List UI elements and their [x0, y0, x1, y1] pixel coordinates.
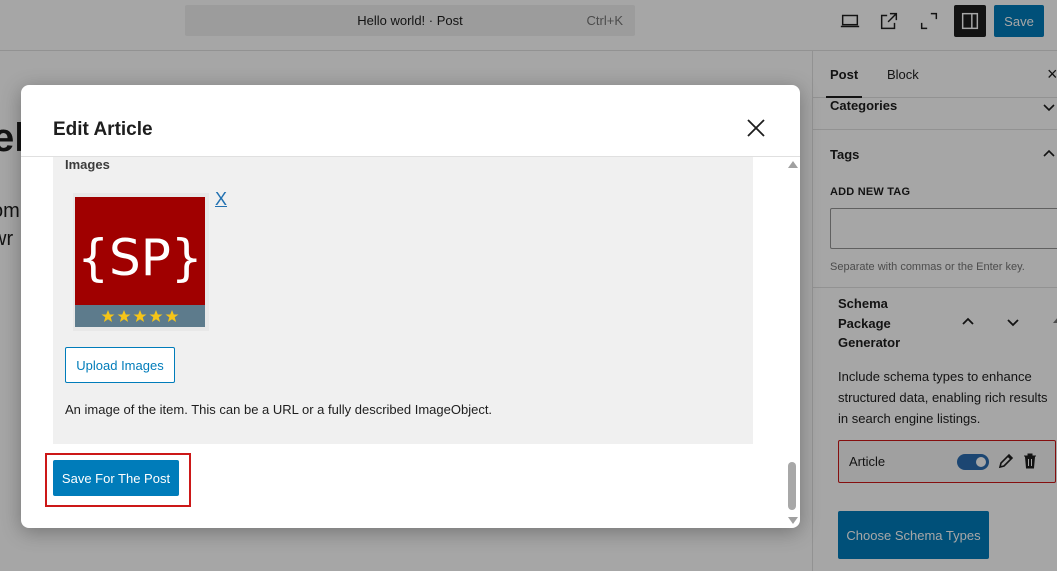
save-for-post-button[interactable]: Save For The Post: [53, 460, 179, 496]
sp-logo-image: {SP}: [75, 197, 205, 327]
images-label: Images: [65, 157, 110, 172]
upload-images-button[interactable]: Upload Images: [65, 347, 175, 383]
images-field-description: An image of the item. This can be a URL …: [65, 402, 493, 417]
images-field-panel: Images {SP} X Upload Images An image of …: [53, 157, 753, 444]
scroll-up-icon[interactable]: [788, 161, 798, 168]
sp-logo-text: {SP}: [77, 229, 203, 287]
modal-scrollbar[interactable]: [785, 157, 800, 528]
scroll-down-icon[interactable]: [788, 517, 798, 524]
image-thumbnail: {SP}: [73, 193, 209, 331]
scrollbar-thumb[interactable]: [788, 462, 796, 510]
close-icon[interactable]: [743, 115, 769, 141]
edit-article-modal: Edit Article Images {SP} X Upload Images…: [21, 85, 800, 528]
modal-header: Edit Article: [21, 85, 800, 157]
remove-image-link[interactable]: X: [215, 189, 227, 210]
modal-title: Edit Article: [53, 119, 153, 140]
